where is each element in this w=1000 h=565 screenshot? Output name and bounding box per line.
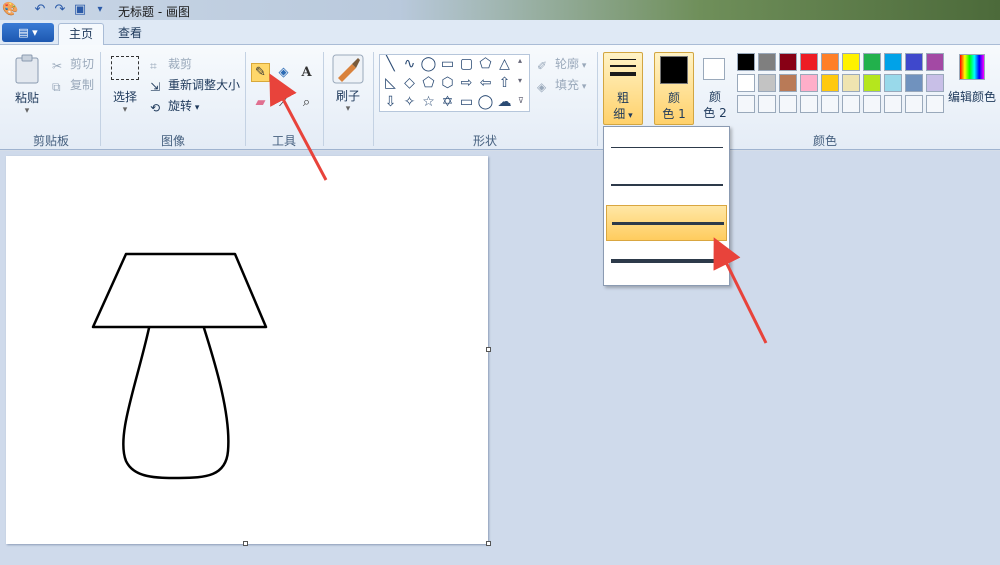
arrow-to-pencil: [269, 73, 328, 181]
annotation-arrows: [269, 73, 768, 344]
arrow-to-size-option: [713, 237, 768, 344]
